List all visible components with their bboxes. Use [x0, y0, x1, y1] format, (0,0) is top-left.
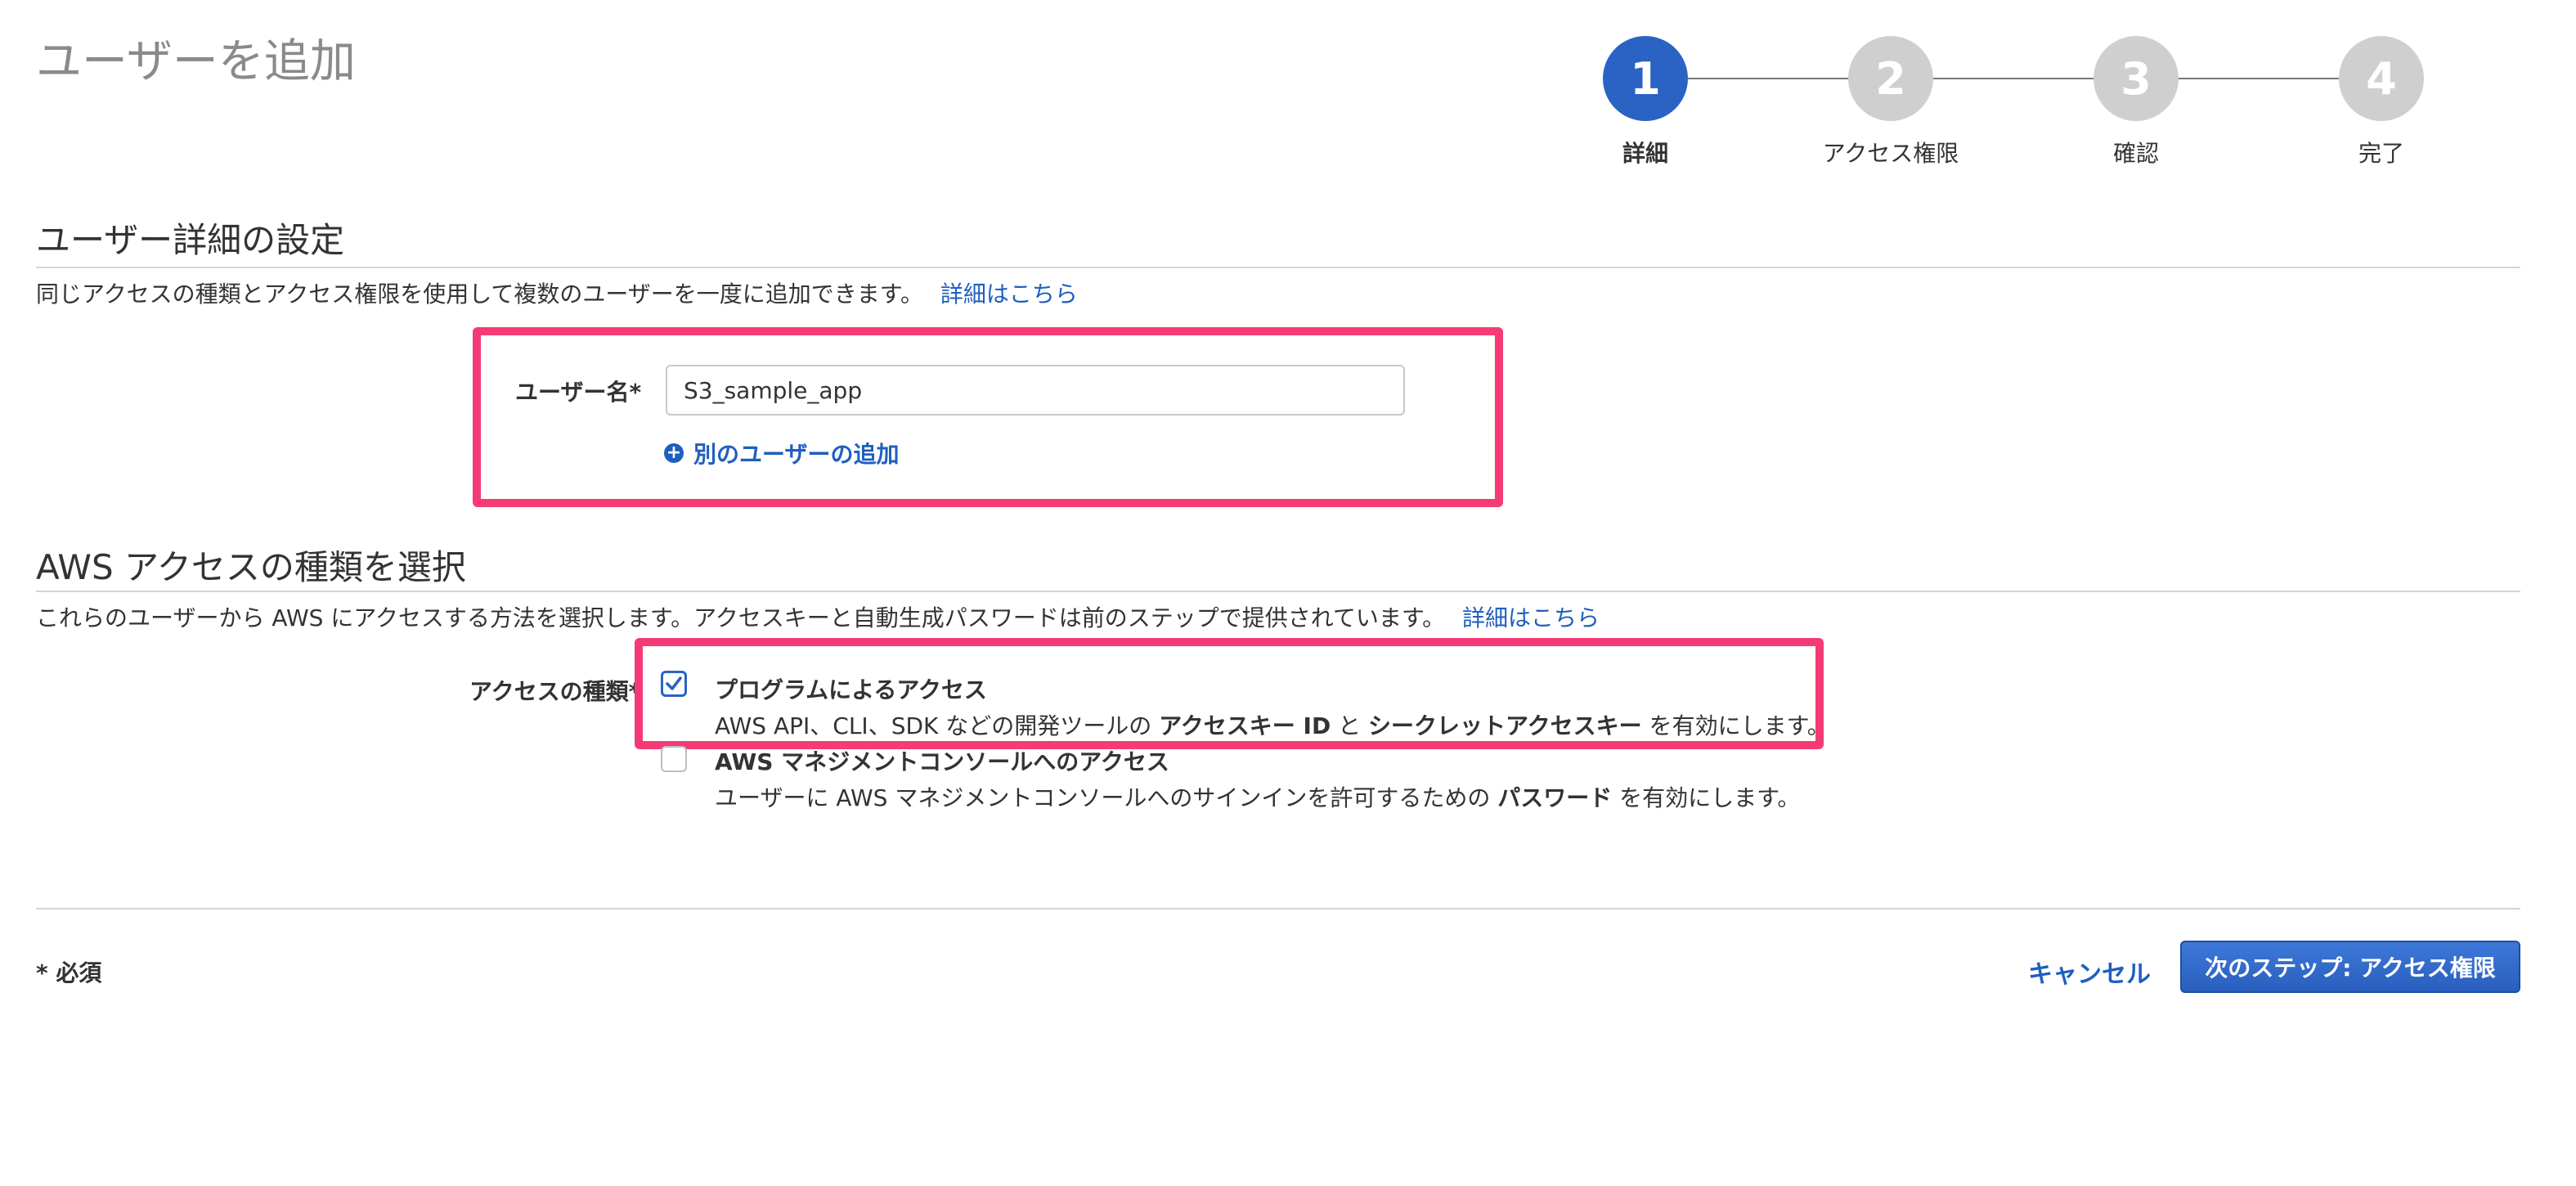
- access-type-learn-more-link[interactable]: 詳細はこちら: [1462, 604, 1600, 631]
- footer-divider: [36, 908, 2520, 910]
- user-details-divider: [36, 267, 2520, 268]
- access-type-description: これらのユーザーから AWS にアクセスする方法を選択します。アクセスキーと自動…: [36, 604, 1446, 631]
- username-input[interactable]: [666, 365, 1405, 416]
- step-4-label: 完了: [2358, 140, 2404, 167]
- user-details-heading: ユーザー詳細の設定: [36, 220, 345, 260]
- programmatic-access-title: プログラムによるアクセス: [715, 676, 987, 703]
- cancel-button[interactable]: キャンセル: [2028, 954, 2151, 990]
- next-step-button[interactable]: 次のステップ: アクセス権限: [2180, 941, 2520, 993]
- user-details-description-row: 同じアクセスの種類とアクセス権限を使用して複数のユーザーを一度に追加できます。 …: [36, 276, 1078, 309]
- username-highlight-box: [473, 327, 1503, 507]
- access-key-id-text: アクセスキー ID: [1159, 712, 1331, 739]
- username-label: ユーザー名*: [515, 379, 642, 406]
- user-details-learn-more-link[interactable]: 詳細はこちら: [940, 281, 1078, 308]
- user-details-description: 同じアクセスの種類とアクセス権限を使用して複数のユーザーを一度に追加できます。: [36, 281, 924, 308]
- stepper-connector-1: [1686, 78, 1850, 79]
- password-text: パスワード: [1497, 784, 1613, 811]
- console-access-desc-text-1: ユーザーに AWS マネジメントコンソールへのサインインを許可するための: [715, 784, 1491, 811]
- stepper-connector-2: [1932, 78, 2095, 79]
- programmatic-access-description: AWS API、CLI、SDK などの開発ツールの アクセスキー ID と シー…: [715, 708, 1830, 741]
- step-4-circle: 4: [2339, 36, 2424, 121]
- programmatic-access-desc-text-2: と: [1338, 712, 1362, 739]
- access-type-divider: [36, 591, 2520, 592]
- console-access-title: AWS マネジメントコンソールへのアクセス: [715, 748, 1169, 775]
- step-2-circle: 2: [1848, 36, 1933, 121]
- access-type-description-row: これらのユーザーから AWS にアクセスする方法を選択します。アクセスキーと自動…: [36, 600, 1600, 633]
- console-access-desc-text-2: を有効にします。: [1619, 784, 1801, 811]
- stepper: 1 2 3 4 詳細 アクセス権限 確認 完了: [0, 0, 2576, 180]
- step-2-label: アクセス権限: [1822, 140, 1959, 167]
- programmatic-access-desc-text-1: AWS API、CLI、SDK などの開発ツールの: [715, 712, 1152, 739]
- console-access-checkbox[interactable]: [661, 746, 687, 772]
- step-1-circle: 1: [1603, 36, 1688, 121]
- step-3-label: 確認: [2112, 140, 2159, 167]
- programmatic-access-checkbox[interactable]: [661, 671, 687, 697]
- add-another-user-label: 別のユーザーの追加: [693, 441, 900, 468]
- required-note: * 必須: [36, 959, 102, 986]
- plus-circle-icon: +: [664, 443, 684, 463]
- programmatic-access-desc-text-3: を有効にします。: [1649, 712, 1830, 739]
- access-type-label: アクセスの種類*: [469, 678, 641, 705]
- access-type-heading: AWS アクセスの種類を選択: [36, 547, 466, 587]
- stepper-connector-3: [2177, 78, 2340, 79]
- checkmark-icon: [666, 676, 682, 690]
- console-access-description: ユーザーに AWS マネジメントコンソールへのサインインを許可するための パスワ…: [715, 780, 1800, 813]
- secret-access-key-text: シークレットアクセスキー: [1368, 712, 1642, 739]
- add-another-user-link[interactable]: + 別のユーザーの追加: [664, 437, 899, 469]
- step-1-label: 詳細: [1622, 140, 1668, 167]
- step-3-circle: 3: [2094, 36, 2179, 121]
